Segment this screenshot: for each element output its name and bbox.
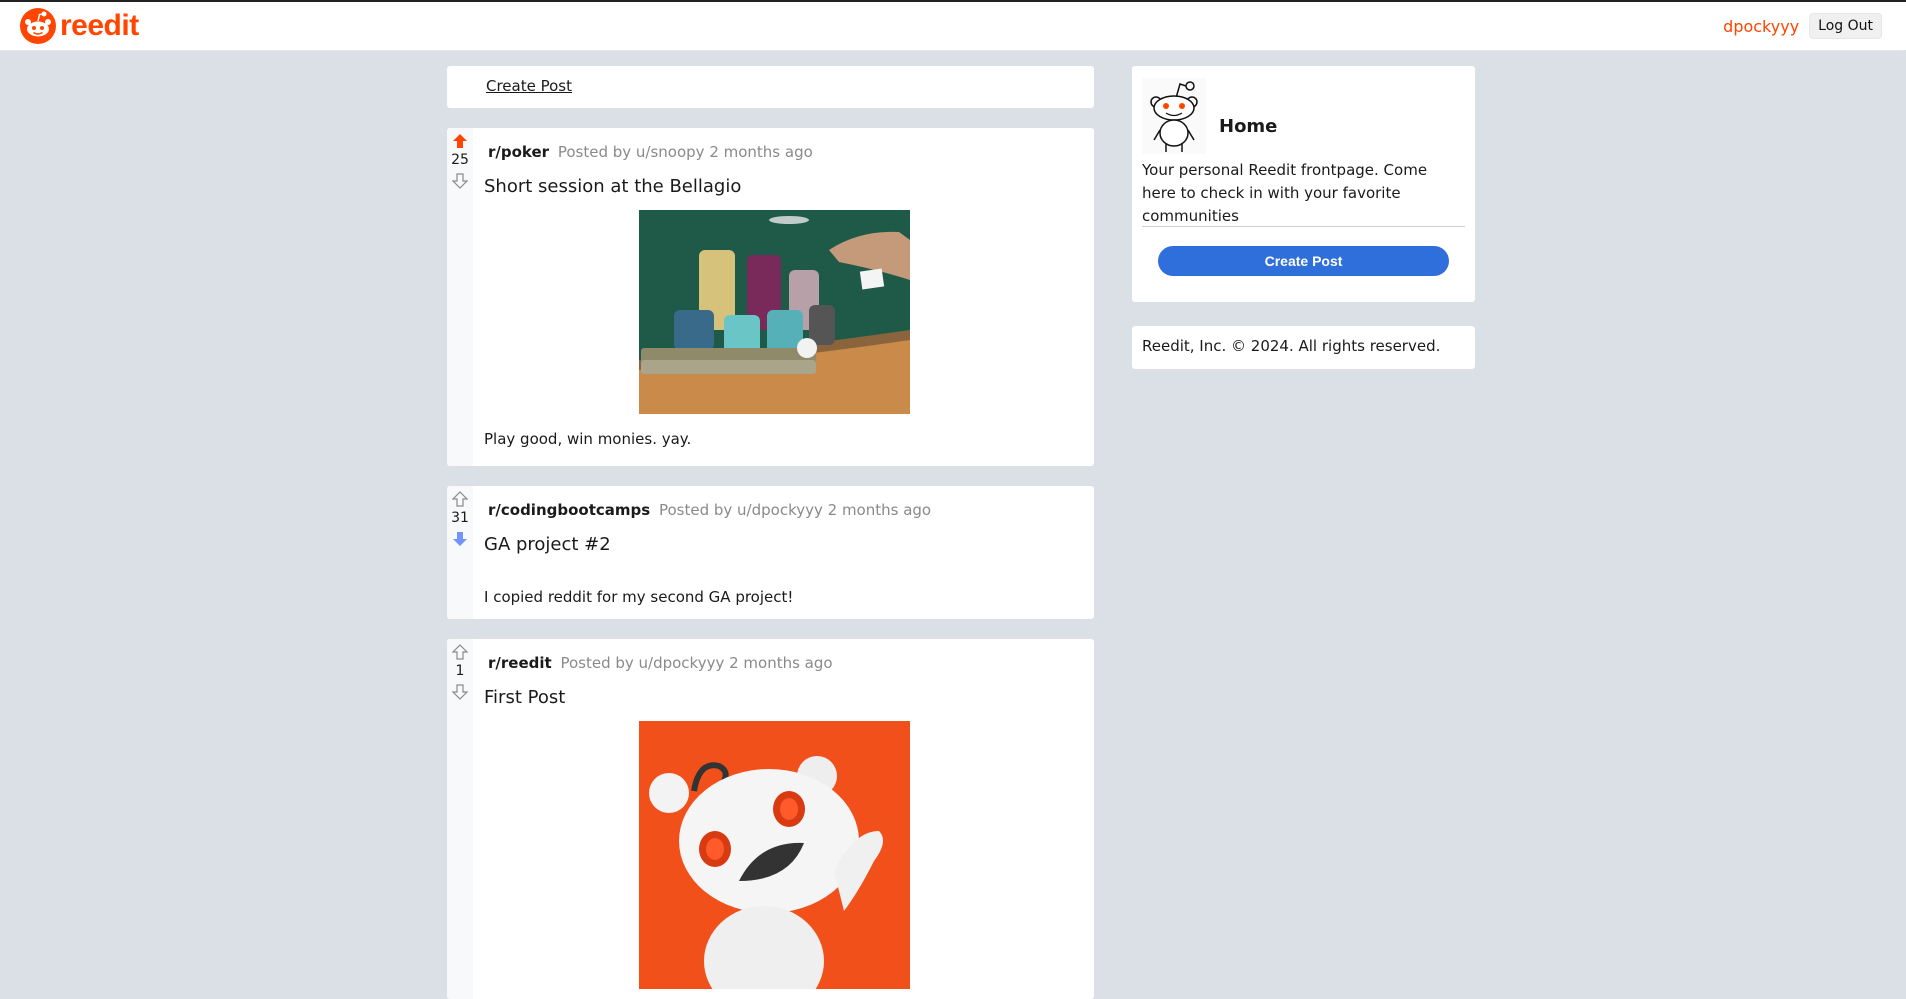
post-card[interactable]: 1 r/reedit Posted by u/dpockyyy 2 months…: [447, 639, 1094, 999]
vote-column: 31: [447, 486, 473, 619]
vote-score: 1: [455, 663, 465, 679]
post-meta: r/poker Posted by u/snoopy 2 months ago: [488, 143, 813, 161]
post-image[interactable]: [639, 210, 910, 414]
poker-chips-image: [639, 210, 910, 414]
create-post-link[interactable]: Create Post: [486, 77, 572, 95]
footer-card: Reedit, Inc. © 2024. All rights reserved…: [1132, 326, 1475, 369]
vote-score: 25: [451, 152, 469, 168]
sidebar-create-post-button[interactable]: Create Post: [1158, 246, 1449, 276]
upvote-active-icon[interactable]: [452, 133, 468, 149]
vote-score: 31: [451, 510, 469, 526]
divider: [1142, 226, 1465, 227]
username-link[interactable]: dpockyyy: [1723, 17, 1799, 36]
user-menu: dpockyyy Log Out: [1723, 13, 1882, 39]
downvote-icon[interactable]: [452, 684, 468, 700]
top-navbar: reedit dpockyyy Log Out: [0, 2, 1906, 51]
logout-button[interactable]: Log Out: [1809, 13, 1882, 39]
home-title: Home: [1219, 116, 1278, 137]
post-body: Play good, win monies. yay.: [484, 430, 692, 448]
logo-text: reedit: [60, 9, 139, 42]
subreddit-link[interactable]: r/codingbootcamps: [488, 501, 650, 519]
post-byline: Posted by u/dpockyyy 2 months ago: [658, 501, 932, 519]
snoo-outline-icon: [1150, 81, 1198, 152]
copyright-text: Reedit, Inc. © 2024. All rights reserved…: [1142, 337, 1441, 355]
snoo-mascot-image: [639, 721, 910, 989]
post-byline: Posted by u/snoopy 2 months ago: [557, 143, 813, 161]
downvote-active-icon[interactable]: [452, 531, 468, 547]
post-body: I copied reddit for my second GA project…: [484, 588, 794, 606]
reddit-alien-icon: [20, 8, 56, 44]
upvote-icon[interactable]: [452, 491, 468, 507]
vote-column: 25: [447, 128, 473, 466]
post-byline: Posted by u/dpockyyy 2 months ago: [560, 654, 833, 672]
post-title[interactable]: Short session at the Bellagio: [484, 176, 741, 197]
post-card[interactable]: 25 r/poker Posted by u/snoopy 2 months a…: [447, 128, 1094, 466]
upvote-icon[interactable]: [452, 644, 468, 660]
logo[interactable]: reedit: [20, 8, 139, 44]
home-sidebar-card: Home Your personal Reedit frontpage. Com…: [1132, 66, 1475, 302]
post-meta: r/reedit Posted by u/dpockyyy 2 months a…: [488, 654, 833, 672]
post-image[interactable]: [639, 721, 910, 989]
post-title[interactable]: First Post: [484, 687, 565, 708]
home-description: Your personal Reedit frontpage. Come her…: [1142, 161, 1428, 225]
subreddit-link[interactable]: r/reedit: [488, 654, 552, 672]
snoo-avatar: [1142, 78, 1206, 154]
create-post-bar: Create Post: [447, 66, 1094, 108]
subreddit-link[interactable]: r/poker: [488, 143, 549, 161]
post-meta: r/codingbootcamps Posted by u/dpockyyy 2…: [488, 501, 931, 519]
downvote-icon[interactable]: [452, 173, 468, 189]
vote-column: 1: [447, 639, 473, 999]
post-card[interactable]: 31 r/codingbootcamps Posted by u/dpockyy…: [447, 486, 1094, 619]
post-title[interactable]: GA project #2: [484, 534, 611, 555]
